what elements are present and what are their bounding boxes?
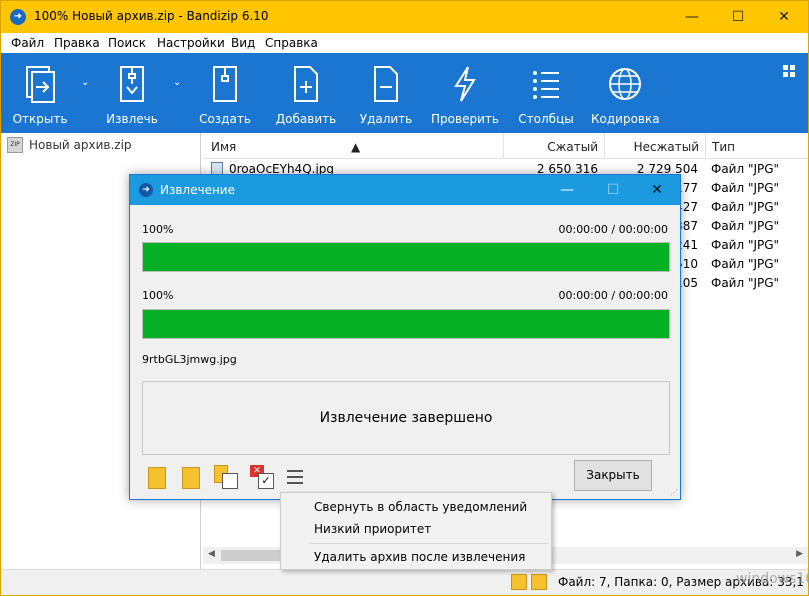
menu-bar: Файл Правка Поиск Настройки Вид Справка	[1, 33, 808, 53]
column-header-compressed[interactable]: Сжатый	[504, 133, 605, 159]
add-label: Добавить	[275, 112, 337, 126]
window-title: 100% Новый архив.zip - Bandizip 6.10	[34, 9, 269, 23]
resize-grip-icon[interactable]: ⋰	[670, 488, 678, 497]
dialog-close-button[interactable]: ✕	[634, 175, 680, 205]
add-button[interactable]: Добавить	[273, 53, 339, 133]
lightning-icon	[454, 66, 476, 102]
extract-label: Извлечь	[106, 112, 158, 126]
open-folder-button[interactable]	[146, 465, 168, 489]
scroll-right-icon[interactable]: ▶	[796, 549, 803, 559]
folder-open-icon	[182, 467, 200, 489]
close-after-extract-button[interactable]	[214, 465, 238, 489]
test-button[interactable]: Проверить	[431, 53, 499, 133]
menu-settings[interactable]: Настройки	[157, 36, 225, 50]
open-label: Открыть	[12, 112, 68, 126]
delete-file-icon	[374, 66, 398, 102]
options-menu-button[interactable]	[284, 465, 306, 489]
file-type: Файл "JPG"	[711, 257, 780, 271]
total-progress-bar	[142, 242, 670, 272]
dialog-title-bar: ➜ Извлечение — ☐ ✕	[130, 175, 680, 205]
scroll-left-icon[interactable]: ◀	[208, 549, 215, 559]
total-progress-fill	[143, 243, 669, 271]
bandizip-app-icon: ➜	[10, 9, 26, 25]
file-progress-fill	[143, 310, 669, 338]
archive-folder-icon	[511, 574, 527, 590]
menu-separator	[309, 543, 549, 544]
extract-dialog: ➜ Извлечение — ☐ ✕ 100% 00:00:00 / 00:00…	[129, 174, 681, 500]
file-type: Файл "JPG"	[711, 181, 780, 195]
file-type: Файл "JPG"	[711, 219, 780, 233]
delete-archive-option-button[interactable]: ✕ ✓	[250, 465, 274, 489]
extract-dropdown-chevron-icon[interactable]: ⌄	[173, 77, 183, 88]
dialog-title: Извлечение	[160, 183, 235, 197]
total-progress-percent: 100%	[142, 223, 174, 236]
close-button[interactable]: ✕	[761, 1, 807, 33]
title-bar: ➜ 100% Новый архив.zip - Bandizip 6.10 —…	[1, 1, 808, 33]
extract-button[interactable]: Извлечь	[101, 53, 163, 133]
menu-item-low-priority[interactable]: Низкий приоритет	[314, 522, 431, 536]
delete-label: Удалить	[359, 112, 413, 126]
menu-item-minimize-to-tray[interactable]: Свернуть в область уведомлений	[314, 500, 527, 514]
create-archive-icon	[213, 66, 237, 102]
columns-button[interactable]: Столбцы	[515, 53, 577, 133]
file-type: Файл "JPG"	[711, 162, 780, 176]
sort-up-icon: ▲	[351, 140, 361, 154]
minimize-button[interactable]: —	[669, 1, 715, 33]
create-button[interactable]: Создать	[194, 53, 256, 133]
file-progress-percent: 100%	[142, 289, 174, 302]
maximize-button[interactable]: ☐	[715, 1, 761, 33]
file-type: Файл "JPG"	[711, 238, 780, 252]
layout-grid-icon[interactable]	[783, 65, 795, 77]
checkbox-checked-icon: ✓	[258, 473, 274, 489]
column-header-name[interactable]: ▲ Имя	[203, 133, 504, 159]
dialog-maximize-button: ☐	[606, 182, 620, 198]
dialog-minimize-button[interactable]: —	[544, 175, 590, 205]
column-header-uncompressed[interactable]: Несжатый	[605, 133, 706, 159]
column-header-type[interactable]: Тип	[706, 133, 808, 159]
open-icon	[26, 66, 55, 103]
open-archive-folder-button[interactable]	[180, 465, 202, 489]
window-square-icon	[222, 473, 238, 489]
total-progress-time: 00:00:00 / 00:00:00	[558, 223, 668, 236]
delete-button[interactable]: Удалить	[355, 53, 417, 133]
test-label: Проверить	[431, 112, 499, 126]
zip-archive-icon: ZIP	[7, 137, 23, 153]
open-button[interactable]: Открыть	[9, 53, 71, 133]
toolbar: Открыть ⌄ Извлечь ⌄ Создать Добавить Уда…	[1, 53, 808, 133]
menu-edit[interactable]: Правка	[54, 36, 100, 50]
file-type: Файл "JPG"	[711, 200, 780, 214]
globe-icon	[609, 68, 641, 100]
extraction-result: Извлечение завершено	[142, 381, 670, 455]
menu-search[interactable]: Поиск	[108, 36, 146, 50]
watermark: windows10	[736, 571, 809, 587]
open-folder-icon	[531, 574, 547, 590]
menu-file[interactable]: Файл	[11, 36, 44, 50]
open-dropdown-chevron-icon[interactable]: ⌄	[81, 77, 91, 88]
current-file-name: 9rtbGL3jmwg.jpg	[142, 353, 237, 366]
folder-icon	[148, 467, 166, 489]
tree-item-label: Новый архив.zip	[29, 138, 132, 152]
encoding-label: Кодировка	[591, 112, 660, 126]
columns-list-icon	[533, 71, 559, 99]
close-dialog-button[interactable]: Закрыть	[574, 460, 652, 491]
menu-help[interactable]: Справка	[265, 36, 318, 50]
options-context-menu: Свернуть в область уведомлений Низкий пр…	[280, 492, 552, 570]
hamburger-menu-icon	[287, 470, 303, 484]
add-file-icon	[294, 66, 318, 102]
file-progress-time: 00:00:00 / 00:00:00	[558, 289, 668, 302]
file-type: Файл "JPG"	[711, 276, 780, 290]
file-progress-bar	[142, 309, 670, 339]
columns-label: Столбцы	[518, 112, 574, 126]
menu-item-delete-archive-after[interactable]: Удалить архив после извлечения	[314, 550, 525, 564]
bandizip-dialog-icon: ➜	[139, 183, 153, 197]
extract-icon	[120, 66, 144, 102]
encoding-button[interactable]: Кодировка	[591, 53, 660, 133]
status-bar: Файл: 7, Папка: 0, Размер архива: 33,1 М…	[1, 569, 809, 595]
menu-view[interactable]: Вид	[231, 36, 255, 50]
create-label: Создать	[199, 112, 251, 126]
